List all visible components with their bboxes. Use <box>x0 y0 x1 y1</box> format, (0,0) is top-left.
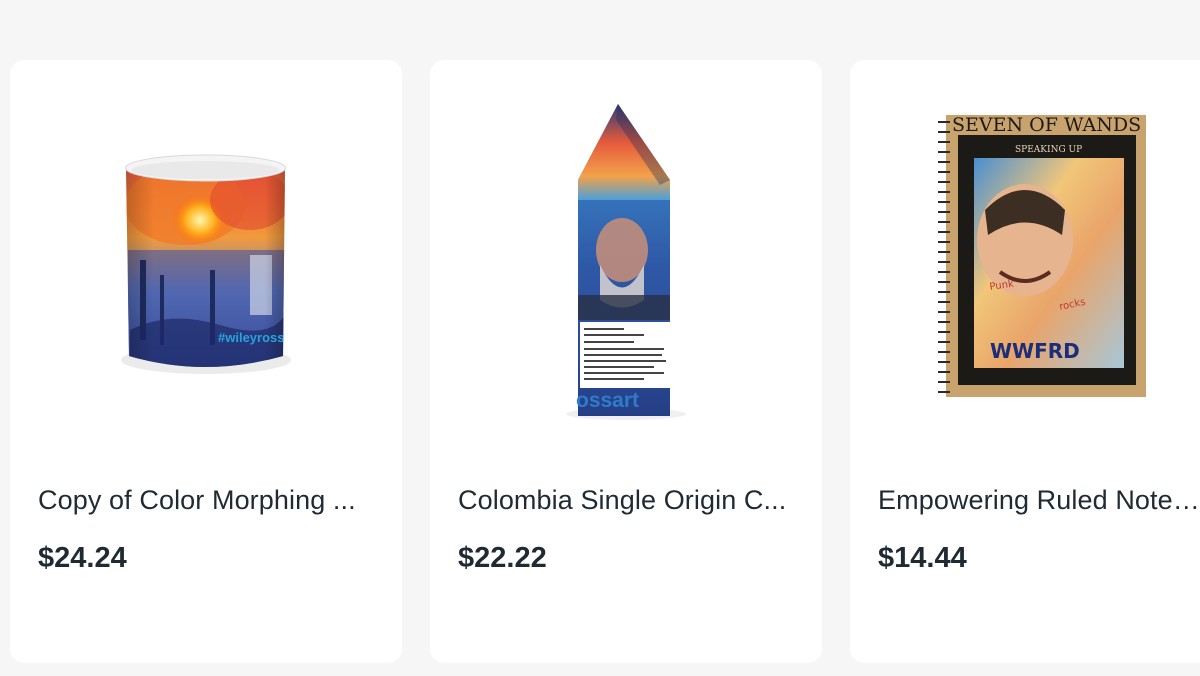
product-title[interactable]: Empowering Ruled Noteb... <box>878 485 1200 516</box>
coffee-bag-image: ossart <box>566 104 686 420</box>
product-image-mug[interactable]: #wileyross <box>10 60 402 470</box>
notebook-image: Punk rocks WWFRD SEVEN OF WANDS SPEAKING… <box>938 114 1146 397</box>
product-price: $14.44 <box>878 542 967 574</box>
product-image-notebook[interactable]: Punk rocks WWFRD SEVEN OF WANDS SPEAKING… <box>850 60 1200 470</box>
product-grid: #wileyross Copy of Color Morphing ... $2… <box>10 60 1200 664</box>
product-title[interactable]: Copy of Color Morphing ... <box>38 485 373 516</box>
product-title[interactable]: Colombia Single Origin C... <box>458 485 793 516</box>
product-card-coffee[interactable]: ossart Colombia Single Origin C... $22.2… <box>430 60 822 663</box>
product-card-notebook[interactable]: Punk rocks WWFRD SEVEN OF WANDS SPEAKING… <box>850 60 1200 663</box>
coffee-bag-print-text: ossart <box>576 389 639 412</box>
notebook-title-text: SEVEN OF WANDS <box>952 114 1141 136</box>
mug-image: #wileyross <box>121 154 291 374</box>
product-price: $24.24 <box>38 542 127 574</box>
mug-print-text: #wileyross <box>218 330 285 345</box>
product-image-coffee[interactable]: ossart <box>430 60 822 470</box>
notebook-subtitle-text: SPEAKING UP <box>1015 145 1082 155</box>
svg-text:WWFRD: WWFRD <box>990 339 1080 363</box>
product-price: $22.22 <box>458 542 547 574</box>
product-card-mug[interactable]: #wileyross Copy of Color Morphing ... $2… <box>10 60 402 663</box>
